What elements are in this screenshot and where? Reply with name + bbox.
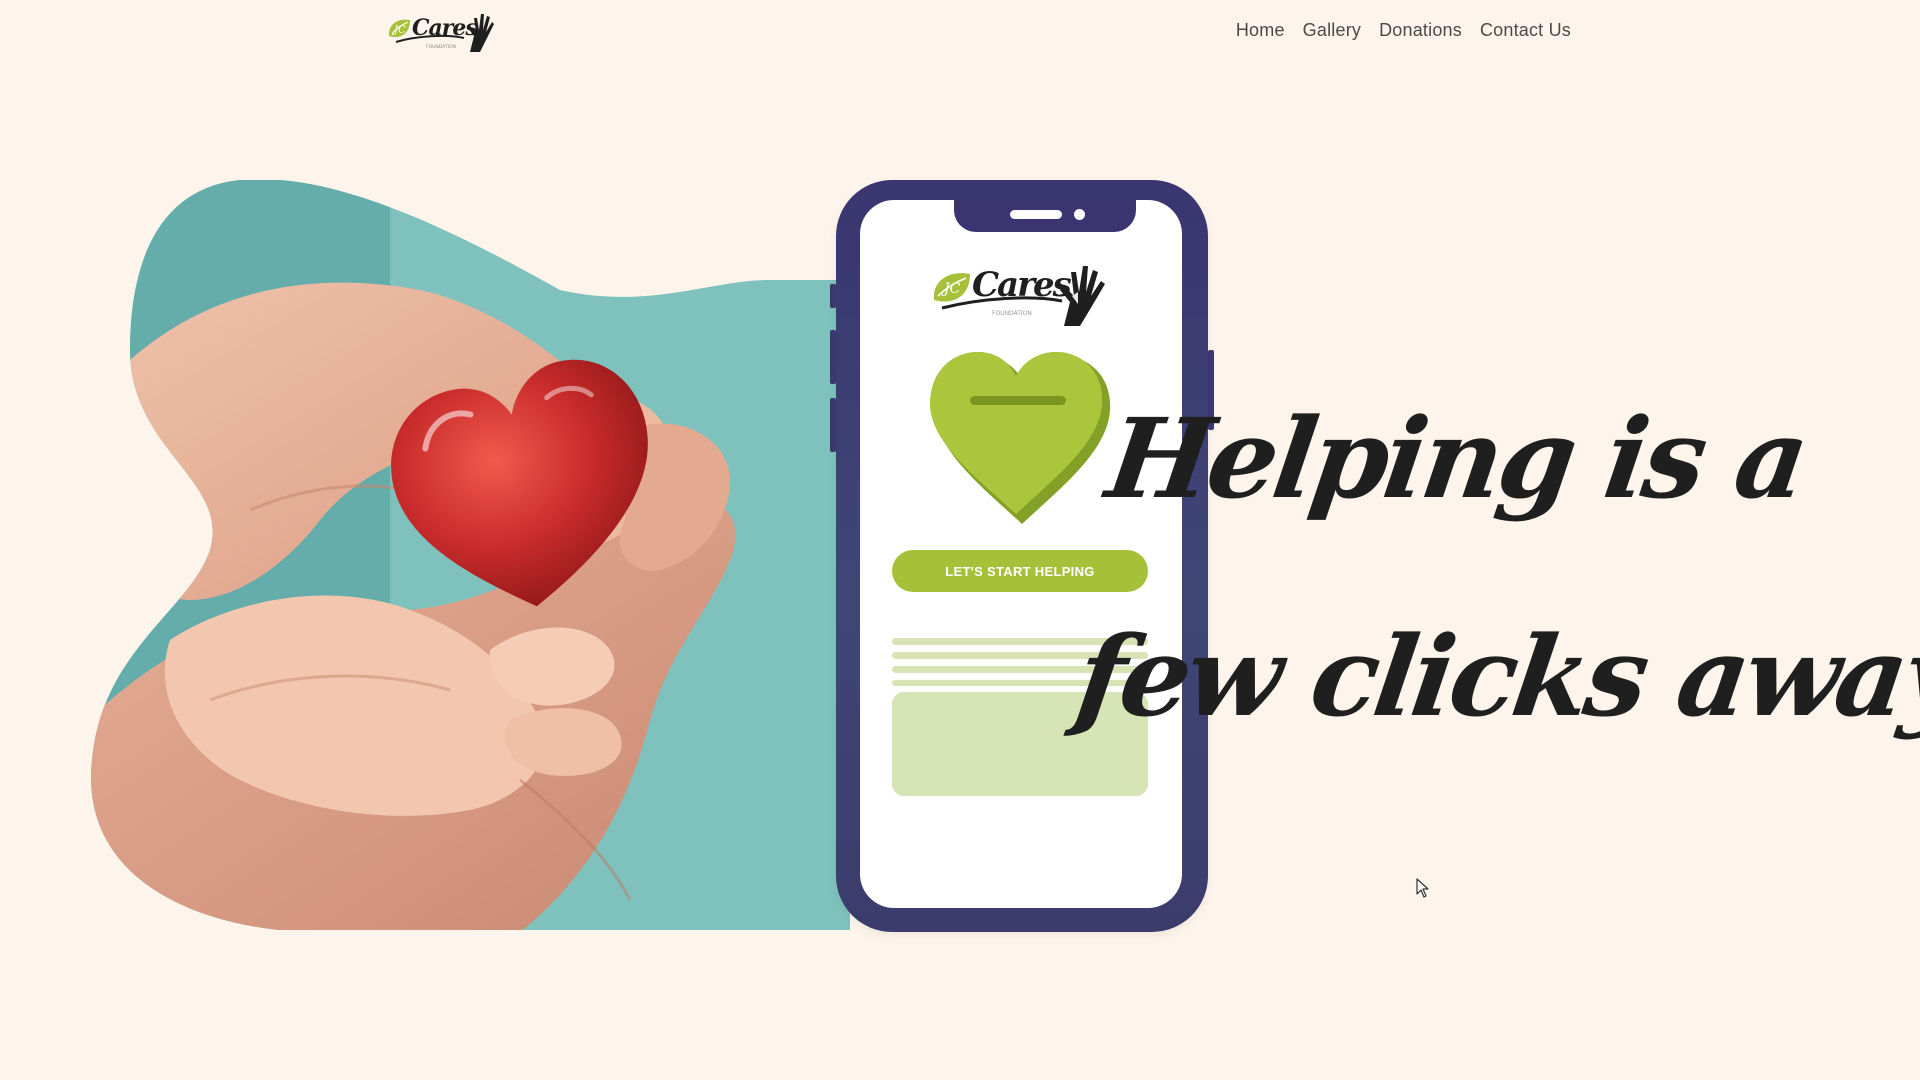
- phone-volume-down-button: [830, 398, 836, 452]
- headline-line-2: few clicks away: [1069, 612, 1920, 741]
- mouse-cursor-icon: [1416, 878, 1430, 898]
- phone-camera: [1074, 209, 1085, 220]
- nav-gallery[interactable]: Gallery: [1303, 20, 1361, 41]
- svg-text:JC: JC: [392, 25, 406, 36]
- phone-notch: [954, 200, 1136, 232]
- nav-donations[interactable]: Donations: [1379, 20, 1462, 41]
- nav-home[interactable]: Home: [1236, 20, 1285, 41]
- hero-headline: Helping is a few clicks away: [1063, 350, 1920, 786]
- nav-contact-us[interactable]: Contact Us: [1480, 20, 1571, 41]
- headline-line-1: Helping is a: [1099, 394, 1813, 523]
- site-logo[interactable]: JC Cares FOUNDATION: [386, 6, 498, 54]
- hero-image-hands-heart: [90, 180, 850, 930]
- svg-text:JC: JC: [941, 281, 961, 297]
- main-nav: Home Gallery Donations Contact Us: [1236, 20, 1571, 41]
- app-logo: JC Cares FOUNDATION: [932, 248, 1108, 328]
- phone-volume-up-button: [830, 330, 836, 384]
- phone-mute-button: [830, 284, 836, 308]
- svg-text:FOUNDATION: FOUNDATION: [426, 44, 456, 50]
- phone-speaker: [1010, 210, 1062, 219]
- svg-text:FOUNDATION: FOUNDATION: [992, 310, 1032, 317]
- donation-heart-icon: [928, 351, 1116, 530]
